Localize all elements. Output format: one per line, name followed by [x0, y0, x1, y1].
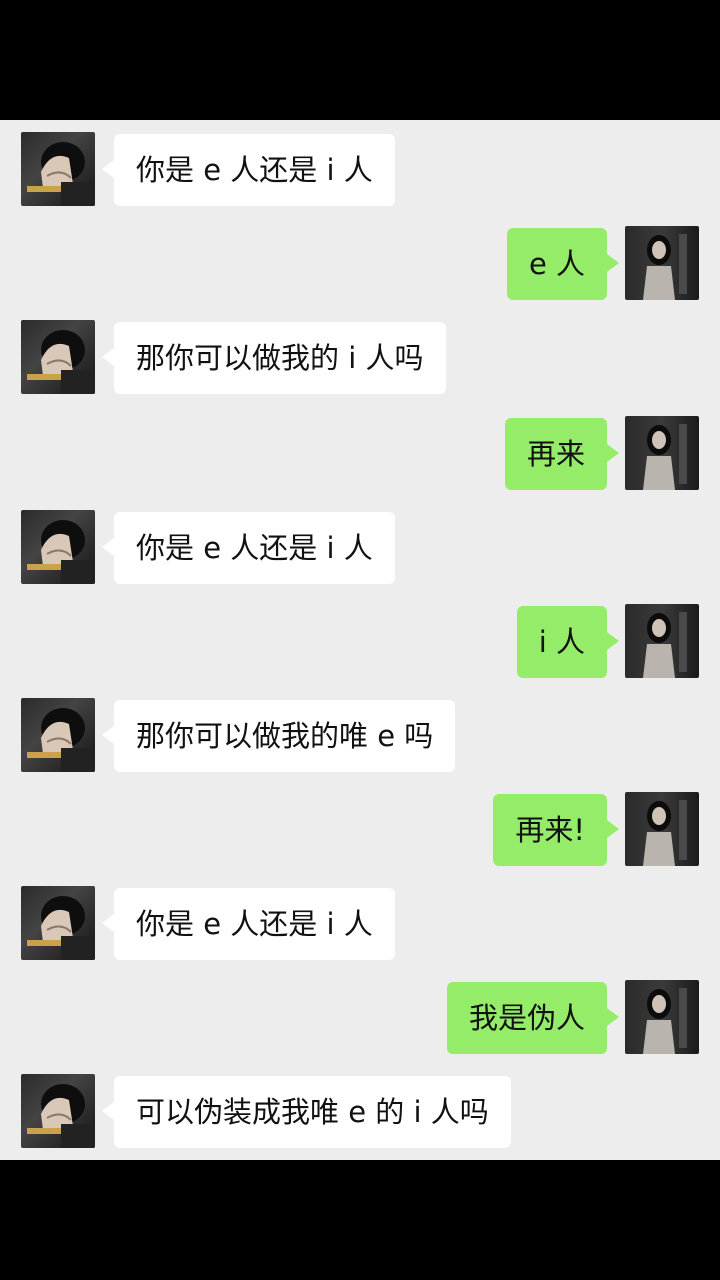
contact-avatar[interactable]: [21, 698, 95, 772]
message-row: 你是 e 人还是 i 人: [0, 886, 720, 962]
received-message-bubble[interactable]: 你是 e 人还是 i 人: [102, 512, 395, 584]
message-row: 你是 e 人还是 i 人: [0, 132, 720, 208]
contact-avatar[interactable]: [21, 1074, 95, 1148]
user-avatar[interactable]: [625, 604, 699, 678]
received-message-bubble[interactable]: 你是 e 人还是 i 人: [102, 134, 395, 206]
contact-avatar[interactable]: [21, 320, 95, 394]
received-message-bubble[interactable]: 你是 e 人还是 i 人: [102, 888, 395, 960]
message-row: i 人: [0, 604, 720, 680]
user-avatar[interactable]: [625, 792, 699, 866]
sent-message-bubble[interactable]: 再来!: [493, 794, 619, 866]
sent-message-bubble[interactable]: i 人: [516, 606, 620, 678]
user-avatar[interactable]: [625, 416, 699, 490]
message-row: 再来: [0, 416, 720, 492]
received-message-bubble[interactable]: 那你可以做我的唯 e 吗: [101, 700, 456, 772]
message-row: 再来!: [0, 792, 720, 868]
contact-avatar[interactable]: [21, 886, 95, 960]
received-message-bubble[interactable]: 可以伪装成我唯 e 的 i 人吗: [102, 1076, 511, 1148]
message-row: 那你可以做我的唯 e 吗: [0, 698, 720, 774]
contact-avatar[interactable]: [21, 132, 95, 206]
user-avatar[interactable]: [625, 226, 699, 300]
message-row: 可以伪装成我唯 e 的 i 人吗: [0, 1074, 720, 1150]
sent-message-bubble[interactable]: 我是伪人: [446, 982, 620, 1054]
received-message-bubble[interactable]: 那你可以做我的 i 人吗: [102, 322, 446, 394]
sent-message-bubble[interactable]: 再来: [504, 418, 620, 490]
message-row: 那你可以做我的 i 人吗: [0, 320, 720, 396]
contact-avatar[interactable]: [21, 510, 95, 584]
message-row: 我是伪人: [0, 980, 720, 1056]
sent-message-bubble[interactable]: e 人: [506, 228, 620, 300]
message-row: 你是 e 人还是 i 人: [0, 510, 720, 586]
user-avatar[interactable]: [625, 980, 699, 1054]
message-row: e 人: [0, 226, 720, 302]
chat-area[interactable]: 你是 e 人还是 i 人 e 人 那你可以做我的 i 人吗 再来 你是 e 人还…: [0, 120, 720, 1160]
